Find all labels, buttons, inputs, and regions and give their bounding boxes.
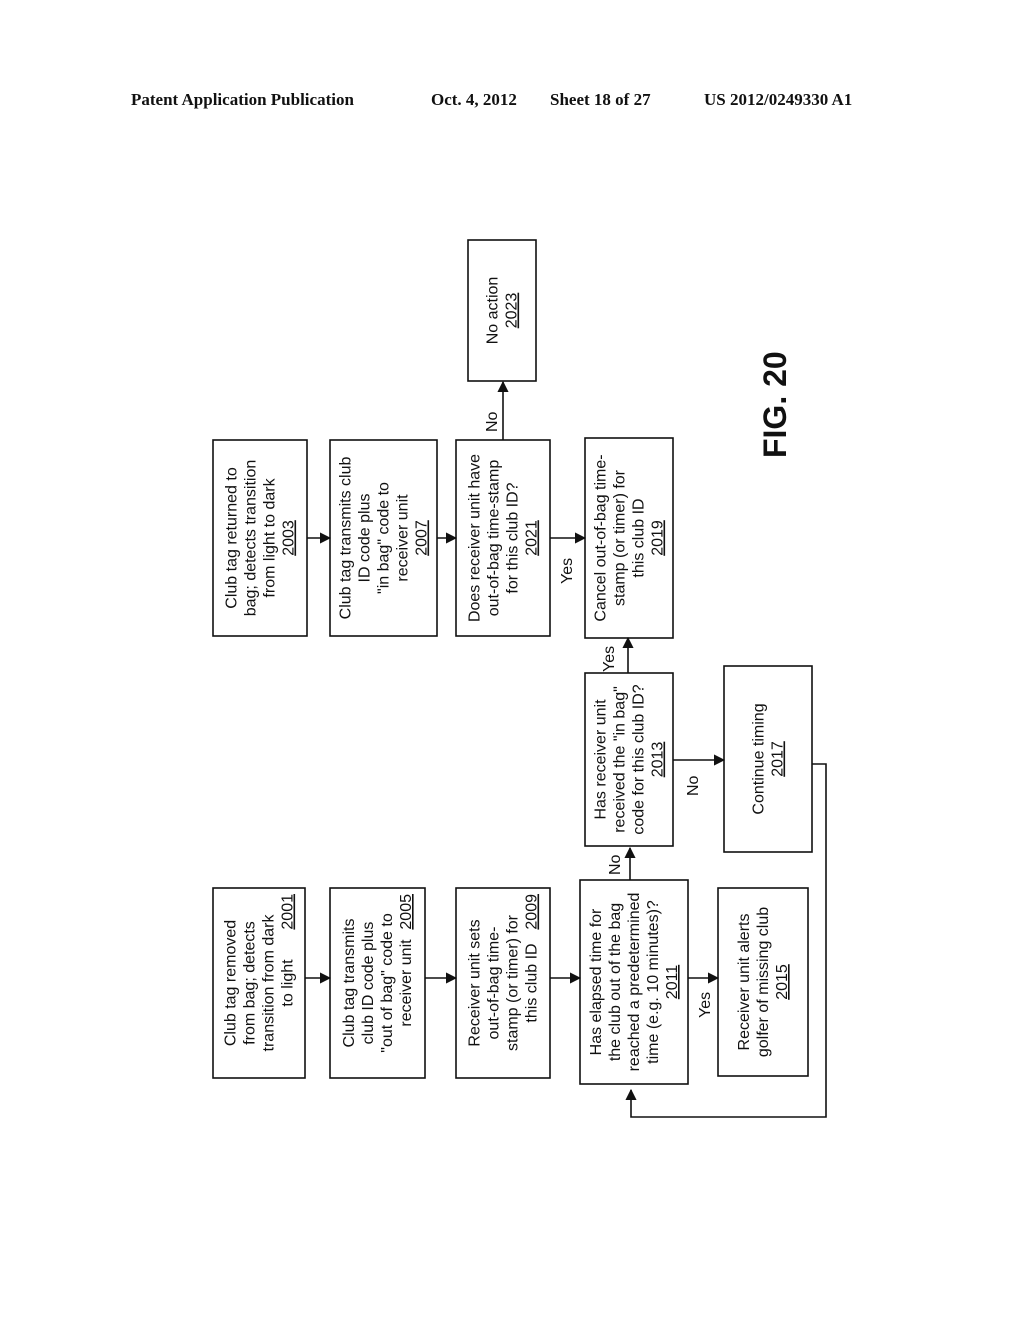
box-text-line: out-of-bag time- (486, 927, 503, 1040)
box-text-line: stamp (or timer) for (505, 914, 522, 1051)
process-box-2005: Club tag transmits club ID code plus "out … (329, 887, 426, 1079)
process-box-2007: Club tag transmits club ID code plus "in b… (329, 439, 438, 637)
box-text-line: from bag; detects (242, 921, 259, 1045)
reference-number: 2001 (280, 894, 297, 930)
box-text: Continue timing (751, 703, 768, 814)
reference-number: 2023 (504, 293, 521, 329)
process-box-2001: Club tag removed from bag; detects transit… (212, 887, 306, 1079)
flowchart: Club tag removed from bag; detects transit… (212, 239, 827, 1118)
process-box-2013: Has receiver unit received the "in bag" co… (584, 672, 674, 847)
reference-number: 2019 (650, 520, 667, 556)
box-text-line: "in bag" code to (376, 482, 393, 594)
process-box-2015: Receiver unit alerts golfer of missing cl… (717, 887, 809, 1077)
box-text-line: transition from dark (261, 914, 278, 1052)
process-box-2009: Receiver unit sets out-of-bag time-stamp … (455, 887, 551, 1079)
box-text-line: stamp (or timer) for (612, 469, 629, 606)
box-text: Has receiver unit received the "in bag" co… (593, 684, 648, 834)
box-text-line: Has receiver unit (593, 699, 610, 820)
box-text-line: club ID code plus (360, 922, 377, 1045)
label-2013-2017-no: No (685, 775, 702, 796)
box-text-line: ID code plus (357, 494, 374, 583)
box-text-line: out-of-bag time-stamp (486, 460, 503, 617)
box-text-line: to light (280, 959, 297, 1007)
reference-number: 2015 (774, 964, 791, 1000)
reference-number: 2009 (524, 894, 541, 930)
box-text-line: for this club ID? (505, 482, 522, 593)
reference-number: 2005 (398, 894, 415, 930)
reference-number: 2013 (650, 742, 667, 778)
box-text-line: Continue timing (751, 703, 768, 814)
box-text-line: received the "in bag" (612, 686, 629, 833)
box-text-line: golfer of missing club (755, 907, 772, 1057)
box-text: Club tag returned to bag; detects transit… (224, 460, 279, 617)
label-2021-2019-yes: Yes (559, 558, 576, 584)
box-text-line: No action (485, 277, 502, 345)
reference-number: 2011 (664, 965, 681, 1000)
process-box-2003: Club tag returned to bag; detects transit… (212, 439, 308, 637)
box-text-line: this club ID (524, 943, 541, 1022)
reference-number: 2017 (770, 741, 787, 777)
process-box-2011: Has elapsed time for the club out of the … (579, 879, 689, 1085)
box-text-line: receiver unit (398, 939, 415, 1027)
process-box-2019: Cancel out-of-bag time-stamp (or timer) … (584, 437, 674, 639)
box-text-line: Club tag removed (223, 920, 240, 1046)
box-text-line: Has elapsed time for (588, 908, 605, 1055)
reference-number: 2007 (414, 520, 431, 556)
reference-number: 2021 (524, 520, 541, 556)
box-text-line: from light to dark (262, 477, 279, 597)
process-box-2023: No action 2023 (467, 239, 537, 382)
label-2021-2023-no: No (484, 411, 501, 432)
box-text-line: Club tag returned to (224, 467, 241, 609)
box-text-line: reached a predetermined (626, 893, 643, 1072)
box-text-line: bag; detects transition (243, 460, 260, 617)
label-2011-2015-yes: Yes (697, 992, 714, 1018)
box-outline (467, 239, 537, 382)
figure-label: FIG. 20 (757, 351, 793, 458)
box-text-line: Club tag transmits club (338, 457, 355, 620)
box-text-line: Cancel out-of-bag time- (593, 454, 610, 621)
box-outline (723, 665, 813, 853)
label-2011-2013-no: No (607, 854, 624, 875)
box-text-line: Receiver unit alerts (736, 914, 753, 1051)
box-text-line: Does receiver unit have (467, 454, 484, 622)
box-text: No action (485, 277, 502, 345)
box-text-line: Club tag transmits (341, 919, 358, 1048)
box-text-line: "out of bag" code to (379, 913, 396, 1053)
box-text-line: receiver unit (395, 494, 412, 582)
label-2013-2019-yes: Yes (601, 646, 618, 672)
reference-number: 2003 (281, 520, 298, 556)
box-text-line: time (e.g. 10 minutes)? (645, 900, 662, 1064)
box-text-line: the club out of the bag (607, 903, 624, 1061)
box-text-line: code for this club ID? (631, 684, 648, 834)
box-text-line: Receiver unit sets (467, 919, 484, 1046)
process-box-2021: Does receiver unit have out-of-bag time-s… (455, 439, 551, 637)
box-text-line: this club ID (631, 498, 648, 577)
process-box-2017: Continue timing 2017 (723, 665, 813, 853)
